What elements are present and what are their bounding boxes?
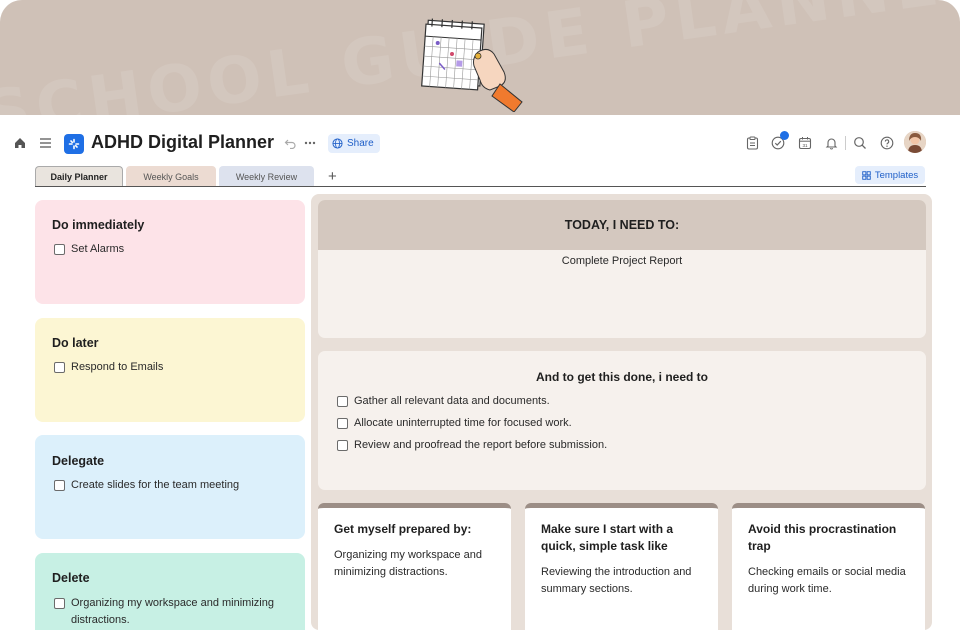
bell-icon[interactable]	[823, 135, 839, 151]
task-item: Respond to Emails	[54, 359, 163, 376]
steps-heading: And to get this done, i need to	[536, 370, 708, 384]
app-logo	[64, 134, 84, 154]
quadrant-title: Delete	[52, 571, 90, 585]
task-item: Set Alarms	[54, 241, 124, 258]
step-checkbox[interactable]	[337, 418, 348, 429]
quick-task-card: Make sure I start with a quick, simple t…	[525, 503, 718, 630]
quadrant-do-immediately: Do immediately Set Alarms	[35, 200, 305, 304]
templates-icon	[862, 170, 871, 180]
task-label: Organizing my workspace and minimizing d…	[71, 597, 274, 626]
today-task[interactable]: Complete Project Report	[318, 250, 926, 267]
task-label: Set Alarms	[71, 243, 125, 255]
share-label: Share	[347, 138, 374, 149]
card-body[interactable]: Reviewing the introduction and summary s…	[541, 564, 711, 598]
steps-section: And to get this done, i need to Gather a…	[318, 351, 926, 490]
share-button[interactable]: Share	[328, 134, 380, 153]
avatar[interactable]	[904, 131, 926, 153]
templates-label: Templates	[874, 169, 919, 181]
notification-badge	[780, 131, 789, 140]
tab-weekly-goals[interactable]: Weekly Goals	[126, 166, 216, 187]
hero-banner: SCHOOL GUIDE PLANNER	[0, 0, 960, 115]
add-tab-icon[interactable]: +	[328, 168, 337, 185]
clipboard-icon[interactable]	[744, 135, 760, 151]
search-icon[interactable]	[852, 135, 868, 151]
card-title: Make sure I start with a quick, simple t…	[541, 522, 674, 553]
step-label: Review and proofread the report before s…	[354, 439, 608, 451]
task-item: Create slides for the team meeting	[54, 477, 239, 494]
task-checkbox[interactable]	[54, 480, 65, 491]
calendar-hand-illustration	[421, 18, 523, 112]
menu-icon[interactable]	[37, 135, 53, 151]
help-icon[interactable]	[879, 135, 895, 151]
tab-bar-divider	[35, 186, 926, 187]
task-checkbox[interactable]	[54, 244, 65, 255]
step-checkbox[interactable]	[337, 396, 348, 407]
step-label: Gather all relevant data and documents.	[354, 395, 550, 407]
home-icon[interactable]	[12, 135, 28, 151]
calendar-day: 31	[802, 143, 808, 148]
tab-daily-planner[interactable]: Daily Planner	[35, 166, 123, 187]
header-divider	[845, 136, 846, 150]
more-icon[interactable]	[302, 135, 318, 151]
card-body[interactable]: Checking emails or social media during w…	[748, 564, 918, 598]
quadrant-do-later: Do later Respond to Emails	[35, 318, 305, 422]
prepare-card: Get myself prepared by: Organizing my wo…	[318, 503, 511, 630]
card-body[interactable]: Organizing my workspace and minimizing d…	[334, 547, 504, 581]
undo-icon[interactable]	[282, 135, 298, 151]
procrastination-card: Avoid this procrastination trap Checking…	[732, 503, 925, 630]
step-item: Allocate uninterrupted time for focused …	[337, 415, 572, 432]
task-checkbox[interactable]	[54, 362, 65, 373]
today-heading: TODAY, I NEED TO:	[318, 200, 926, 250]
calendar-icon[interactable]: 31	[797, 135, 813, 151]
tab-weekly-review[interactable]: Weekly Review	[219, 166, 314, 187]
globe-icon	[332, 138, 343, 149]
step-checkbox[interactable]	[337, 440, 348, 451]
today-section: TODAY, I NEED TO: Complete Project Repor…	[318, 200, 926, 338]
task-label: Respond to Emails	[71, 361, 164, 373]
step-item: Gather all relevant data and documents.	[337, 393, 550, 410]
quadrant-title: Do immediately	[52, 218, 145, 232]
step-item: Review and proofread the report before s…	[337, 437, 607, 454]
quadrant-title: Delegate	[52, 454, 105, 468]
quadrant-title: Do later	[52, 336, 99, 350]
step-label: Allocate uninterrupted time for focused …	[354, 417, 572, 429]
quadrant-delegate: Delegate Create slides for the team meet…	[35, 435, 305, 539]
task-item: Organizing my workspace and minimizing d…	[54, 595, 284, 629]
quadrant-delete: Delete Organizing my workspace and minim…	[35, 553, 305, 630]
templates-button[interactable]: Templates	[855, 166, 925, 184]
page-title: ADHD Digital Planner	[91, 132, 275, 152]
task-checkbox[interactable]	[54, 598, 65, 609]
card-title: Get myself prepared by:	[334, 522, 472, 536]
card-title: Avoid this procrastination trap	[748, 522, 897, 553]
task-label: Create slides for the team meeting	[71, 479, 240, 491]
